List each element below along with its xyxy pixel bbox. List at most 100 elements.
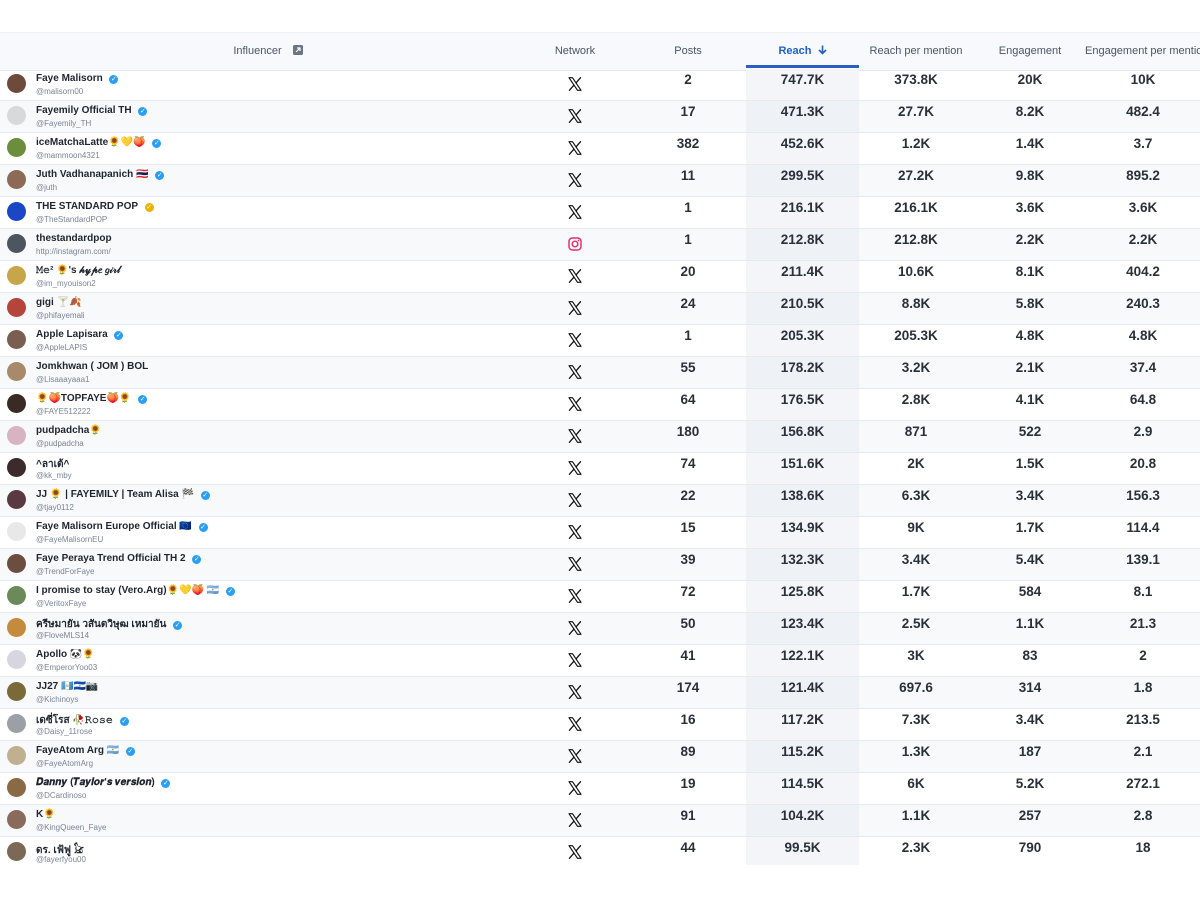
influencer-name[interactable]: Apple Lapisara ✓ xyxy=(36,329,124,340)
influencer-name[interactable]: THE STANDARD POP ✓ xyxy=(36,201,154,212)
avatar[interactable] xyxy=(7,682,26,701)
table-row[interactable]: ^ลาเต้^ @kk_mby 74 151.6K 2K 1.5K 20.8 xyxy=(0,453,1200,485)
table-row[interactable]: iceMatchaLatte🌻💛🍑 ✓ @mammoon4321 382 452… xyxy=(0,133,1200,165)
expand-icon[interactable] xyxy=(292,45,303,55)
avatar[interactable] xyxy=(7,650,26,669)
avatar[interactable] xyxy=(7,74,26,93)
x-icon[interactable] xyxy=(567,300,583,316)
influencer-name[interactable]: Fayemily Official TH ✓ xyxy=(36,105,148,116)
influencer-name[interactable]: เดซี่โรส 🥀𝚁𝚘𝚜𝚎 ✓ xyxy=(36,713,129,728)
column-engagement-per-mention[interactable]: Engagement per mention xyxy=(1085,33,1200,70)
x-icon[interactable] xyxy=(567,76,583,92)
avatar[interactable] xyxy=(7,554,26,573)
x-icon[interactable] xyxy=(567,716,583,732)
table-row[interactable]: THE STANDARD POP ✓ @TheStandardPOP 1 216… xyxy=(0,197,1200,229)
avatar[interactable] xyxy=(7,842,26,861)
avatar[interactable] xyxy=(7,458,26,477)
x-icon[interactable] xyxy=(567,332,583,348)
table-row[interactable]: I promise to stay (Vero.Arg)🌻💛🍑 🇦🇷 ✓ @Ve… xyxy=(0,581,1200,613)
avatar[interactable] xyxy=(7,746,26,765)
influencer-name[interactable]: JJ 🌻 | FAYEMILY | Team Alisa 🏁 ✓ xyxy=(36,489,210,500)
influencer-name[interactable]: iceMatchaLatte🌻💛🍑 ✓ xyxy=(36,137,162,148)
avatar[interactable] xyxy=(7,778,26,797)
influencer-name[interactable]: 🌻🍑TOPFAYE🍑🌻 ✓ xyxy=(36,393,148,404)
table-row[interactable]: Faye Malisorn Europe Official 🇪🇺 ✓ @Faye… xyxy=(0,517,1200,549)
table-row[interactable]: Faye Malisorn ✓ @malisorn00 2 747.7K 373… xyxy=(0,69,1200,101)
table-row[interactable]: Fayemily Official TH ✓ @Fayemily_TH 17 4… xyxy=(0,101,1200,133)
avatar[interactable] xyxy=(7,298,26,317)
influencer-name[interactable]: Apollo 🐼🌻 xyxy=(36,649,95,660)
table-row[interactable]: 𝙼𝚎² 🌻's 𝒽𝓎𝓅𝑒 𝑔𝒾𝓇𝓁 @im_myouison2 20 211.4… xyxy=(0,261,1200,293)
table-row[interactable]: JJ27 🇬🇹🇸🇻📷 @Kichinoys 174 121.4K 697.6 3… xyxy=(0,677,1200,709)
influencer-name[interactable]: thestandardpop xyxy=(36,233,112,244)
x-icon[interactable] xyxy=(567,396,583,412)
avatar[interactable] xyxy=(7,234,26,253)
x-icon[interactable] xyxy=(567,204,583,220)
influencer-name[interactable]: Jomkhwan ( JOM ) BOL xyxy=(36,361,148,372)
x-icon[interactable] xyxy=(567,460,583,476)
table-row[interactable]: gigi 🍸🍂 @phifayemali 24 210.5K 8.8K 5.8K… xyxy=(0,293,1200,325)
table-row[interactable]: Jomkhwan ( JOM ) BOL @Lisaaayaaa1 55 178… xyxy=(0,357,1200,389)
influencer-name[interactable]: 𝙼𝚎² 🌻's 𝒽𝓎𝓅𝑒 𝑔𝒾𝓇𝓁 xyxy=(36,265,120,276)
avatar[interactable] xyxy=(7,394,26,413)
column-influencer[interactable]: Influencer xyxy=(0,33,536,70)
avatar[interactable] xyxy=(7,138,26,157)
table-row[interactable]: JJ 🌻 | FAYEMILY | Team Alisa 🏁 ✓ @tjay01… xyxy=(0,485,1200,517)
column-posts[interactable]: Posts xyxy=(640,33,736,70)
table-row[interactable]: 𝑫𝒂𝒏𝒏𝒚 (𝑻𝒂𝒚𝒍𝒐𝒓'𝒔 𝒗𝒆𝒓𝒔𝒊𝒐𝒏) ✓ @DCardinoso 1… xyxy=(0,773,1200,805)
x-icon[interactable] xyxy=(567,268,583,284)
table-row[interactable]: K🌻 @KingQueen_Faye 91 104.2K 1.1K 257 2.… xyxy=(0,805,1200,837)
avatar[interactable] xyxy=(7,810,26,829)
x-icon[interactable] xyxy=(567,780,583,796)
influencer-name[interactable]: Faye Malisorn ✓ xyxy=(36,73,119,84)
table-row[interactable]: pudpadcha🌻 @pudpadcha 180 156.8K 871 522… xyxy=(0,421,1200,453)
influencer-name[interactable]: I promise to stay (Vero.Arg)🌻💛🍑 🇦🇷 ✓ xyxy=(36,585,235,596)
x-icon[interactable] xyxy=(567,588,583,604)
x-icon[interactable] xyxy=(567,108,583,124)
column-reach-per-mention[interactable]: Reach per mention xyxy=(860,33,972,70)
column-network[interactable]: Network xyxy=(520,33,630,70)
x-icon[interactable] xyxy=(567,684,583,700)
x-icon[interactable] xyxy=(567,428,583,444)
avatar[interactable] xyxy=(7,362,26,381)
avatar[interactable] xyxy=(7,330,26,349)
influencer-name[interactable]: JJ27 🇬🇹🇸🇻📷 xyxy=(36,681,98,692)
table-row[interactable]: Apple Lapisara ✓ @AppleLAPIS 1 205.3K 20… xyxy=(0,325,1200,357)
influencer-name[interactable]: gigi 🍸🍂 xyxy=(36,297,81,308)
influencer-name[interactable]: 𝑫𝒂𝒏𝒏𝒚 (𝑻𝒂𝒚𝒍𝒐𝒓'𝒔 𝒗𝒆𝒓𝒔𝒊𝒐𝒏) ✓ xyxy=(36,777,171,788)
table-row[interactable]: thestandardpop http://instagram.com/ 1 2… xyxy=(0,229,1200,261)
x-icon[interactable] xyxy=(567,524,583,540)
x-icon[interactable] xyxy=(567,652,583,668)
table-row[interactable]: Faye Peraya Trend Official TH 2 ✓ @Trend… xyxy=(0,549,1200,581)
x-icon[interactable] xyxy=(567,748,583,764)
avatar[interactable] xyxy=(7,490,26,509)
column-engagement[interactable]: Engagement xyxy=(975,33,1085,70)
influencer-name[interactable]: FayeAtom Arg 🇦🇷 ✓ xyxy=(36,745,135,756)
x-icon[interactable] xyxy=(567,844,583,860)
avatar[interactable] xyxy=(7,106,26,125)
x-icon[interactable] xyxy=(567,364,583,380)
table-row[interactable]: ครีษมายัน วสันตวิษุฒ เหมายัน ✓ @FloveMLS… xyxy=(0,613,1200,645)
influencer-name[interactable]: ครีษมายัน วสันตวิษุฒ เหมายัน ✓ xyxy=(36,617,183,632)
x-icon[interactable] xyxy=(567,140,583,156)
avatar[interactable] xyxy=(7,586,26,605)
avatar[interactable] xyxy=(7,714,26,733)
influencer-name[interactable]: ^ลาเต้^ xyxy=(36,457,69,472)
influencer-name[interactable]: pudpadcha🌻 xyxy=(36,425,102,436)
avatar[interactable] xyxy=(7,170,26,189)
influencer-name[interactable]: Faye Peraya Trend Official TH 2 ✓ xyxy=(36,553,202,564)
avatar[interactable] xyxy=(7,202,26,221)
table-row[interactable]: 🌻🍑TOPFAYE🍑🌻 ✓ @FAYE512222 64 176.5K 2.8K… xyxy=(0,389,1200,421)
x-icon[interactable] xyxy=(567,172,583,188)
avatar[interactable] xyxy=(7,522,26,541)
x-icon[interactable] xyxy=(567,812,583,828)
table-row[interactable]: Apollo 🐼🌻 @EmperorYoo03 41 122.1K 3K 83 … xyxy=(0,645,1200,677)
influencer-name[interactable]: Faye Malisorn Europe Official 🇪🇺 ✓ xyxy=(36,521,208,532)
avatar[interactable] xyxy=(7,426,26,445)
influencer-name[interactable]: K🌻 xyxy=(36,809,56,820)
table-row[interactable]: เดซี่โรส 🥀𝚁𝚘𝚜𝚎 ✓ @Daisy_11rose 16 117.2K… xyxy=(0,709,1200,741)
x-icon[interactable] xyxy=(567,556,583,572)
instagram-icon[interactable] xyxy=(567,236,583,252)
table-row[interactable]: FayeAtom Arg 🇦🇷 ✓ @FayeAtomArg 89 115.2K… xyxy=(0,741,1200,773)
influencer-name[interactable]: Juth Vadhanapanich 🇹🇭 ✓ xyxy=(36,169,165,180)
